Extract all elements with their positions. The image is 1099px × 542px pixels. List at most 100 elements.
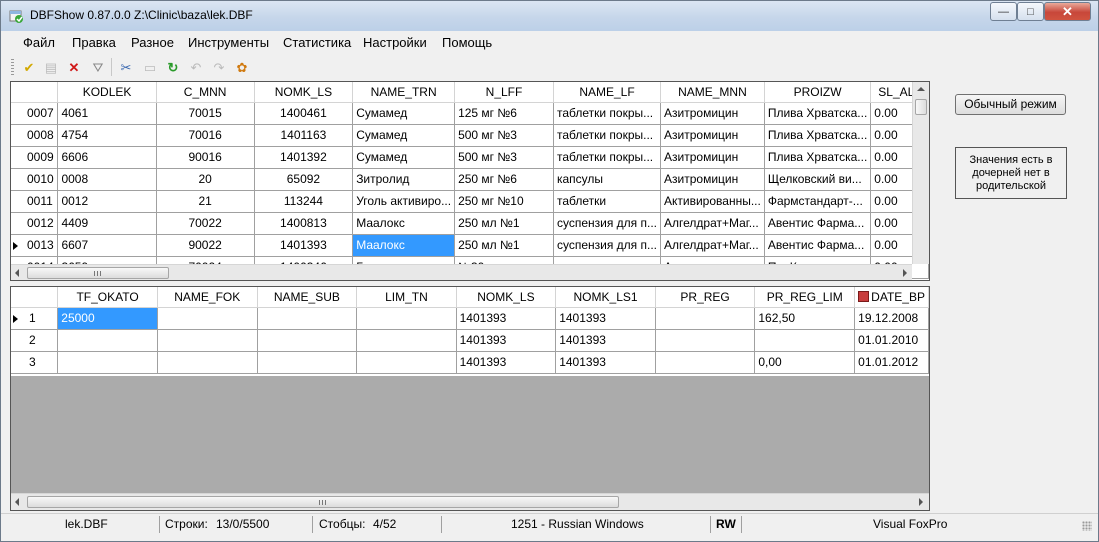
table-cell[interactable]: таблетки покры... <box>553 124 662 147</box>
table-cell[interactable]: Активированны... <box>660 190 765 213</box>
table-cell[interactable]: 1401393 <box>456 307 557 330</box>
table-cell[interactable]: 70022 <box>156 212 255 235</box>
scroll-thumb[interactable] <box>915 99 927 115</box>
scroll-left-arrow-icon[interactable] <box>15 498 19 506</box>
table-row[interactable]: 0010 0008 20 65092 Зитролид 250 мг №6 капсулы А… <box>11 168 929 191</box>
table-row[interactable]: 3 1401393 1401393 0,00 01.01.2012 <box>11 351 929 374</box>
filter-icon[interactable]: ⛛ <box>89 58 107 76</box>
table-cell[interactable]: Сумамед <box>352 124 456 147</box>
table-cell[interactable] <box>157 307 258 330</box>
table-cell[interactable] <box>356 351 457 374</box>
menu-settings[interactable]: Настройки <box>363 35 427 50</box>
master-vscrollbar[interactable] <box>912 82 929 264</box>
table-cell[interactable]: 0012 <box>57 190 157 213</box>
export-icon[interactable]: ▤ <box>42 58 60 76</box>
table-cell[interactable]: 90016 <box>156 146 255 169</box>
table-row[interactable]: 0011 0012 21 113244 Уголь активиро... 250 мг … <box>11 190 929 213</box>
row-header[interactable]: 3 <box>11 351 59 374</box>
table-cell[interactable]: Плива Хрватска... <box>764 146 872 169</box>
table-cell[interactable]: 1401393 <box>456 329 557 352</box>
table-cell[interactable]: 500 мг №3 <box>454 146 554 169</box>
table-cell[interactable]: 1400813 <box>254 212 354 235</box>
column-header[interactable]: PR_REG_LIM <box>754 287 856 308</box>
column-header[interactable]: NAME_FOK <box>157 287 258 308</box>
table-cell[interactable]: 1401393 <box>456 351 557 374</box>
table-cell[interactable]: 1401392 <box>254 146 354 169</box>
table-cell[interactable]: 19.12.2008 <box>854 307 929 330</box>
master-grid[interactable]: KODLEK C_MNN NOMK_LS NAME_TRN N_LFF NAME_LF NA… <box>10 81 930 281</box>
table-row[interactable]: 2 1401393 1401393 01.01.2010 <box>11 329 929 352</box>
table-cell[interactable]: Азитромицин <box>660 124 765 147</box>
table-cell[interactable]: 70016 <box>156 124 255 147</box>
table-cell[interactable]: суспензия для п... <box>553 234 662 257</box>
refresh-icon[interactable]: ↻ <box>164 58 182 76</box>
table-cell[interactable]: 1401393 <box>555 307 656 330</box>
table-cell[interactable]: Маалокс <box>352 212 456 235</box>
column-header[interactable]: NAME_LF <box>553 82 662 103</box>
scroll-left-arrow-icon[interactable] <box>15 269 19 277</box>
table-cell[interactable]: Азитромицин <box>660 146 765 169</box>
table-cell[interactable]: 70015 <box>156 102 255 125</box>
table-cell[interactable]: 1400461 <box>254 102 354 125</box>
column-header[interactable]: TF_OKATO <box>57 287 158 308</box>
table-cell[interactable]: 250 мг №10 <box>454 190 554 213</box>
maximize-button[interactable]: □ <box>1017 2 1044 21</box>
table-cell[interactable]: 0,00 <box>754 351 856 374</box>
table-cell[interactable]: Плива Хрватска... <box>764 102 872 125</box>
table-cell[interactable]: 4754 <box>57 124 157 147</box>
table-cell[interactable] <box>157 351 258 374</box>
table-cell[interactable] <box>655 329 756 352</box>
table-cell[interactable]: 1401393 <box>555 329 656 352</box>
scroll-up-arrow-icon[interactable] <box>917 87 925 91</box>
column-header[interactable]: N_LFF <box>454 82 554 103</box>
row-header[interactable]: 0007 <box>11 102 59 125</box>
table-cell[interactable]: 0008 <box>57 168 157 191</box>
table-cell[interactable]: 01.01.2012 <box>854 351 929 374</box>
column-header[interactable]: NOMK_LS <box>254 82 354 103</box>
table-cell[interactable]: 250 мл №1 <box>454 234 554 257</box>
table-cell[interactable]: Сумамед <box>352 146 456 169</box>
resize-grip-icon[interactable] <box>1082 521 1092 531</box>
table-cell[interactable]: Сумамед <box>352 102 456 125</box>
title-bar[interactable]: DBFShow 0.87.0.0 Z:\Clinic\baza\lek.DBF … <box>1 1 1098 31</box>
row-header[interactable]: 2 <box>11 329 59 352</box>
menu-misc[interactable]: Разное <box>131 35 174 50</box>
table-cell[interactable]: Фармстандарт-... <box>764 190 872 213</box>
undo-icon[interactable]: ↶ <box>187 58 205 76</box>
table-cell[interactable]: Азитромицин <box>660 168 765 191</box>
table-cell[interactable]: 1401393 <box>254 234 354 257</box>
table-cell[interactable]: 250 мг №6 <box>454 168 554 191</box>
table-cell[interactable]: 125 мг №6 <box>454 102 554 125</box>
table-cell[interactable]: 250 мл №1 <box>454 212 554 235</box>
column-header[interactable]: PROIZW <box>764 82 872 103</box>
table-cell[interactable] <box>257 329 358 352</box>
table-cell[interactable] <box>257 351 358 374</box>
row-header[interactable]: 0011 <box>11 190 59 213</box>
table-cell[interactable]: таблетки покры... <box>553 146 662 169</box>
column-header[interactable]: KODLEK <box>57 82 157 103</box>
table-cell[interactable]: 4061 <box>57 102 157 125</box>
table-cell[interactable]: 4409 <box>57 212 157 235</box>
plugin-icon[interactable]: ✿ <box>233 58 251 76</box>
column-header[interactable]: NOMK_LS <box>456 287 557 308</box>
row-header[interactable]: 0009 <box>11 146 59 169</box>
table-cell[interactable]: Уголь активиро... <box>352 190 456 213</box>
table-cell[interactable]: Алгелдрат+Маг... <box>660 234 765 257</box>
table-cell[interactable] <box>257 307 358 330</box>
menu-edit[interactable]: Правка <box>72 35 116 50</box>
menu-file[interactable]: Файл <box>23 35 55 50</box>
menu-statistics[interactable]: Статистика <box>283 35 351 50</box>
scroll-thumb[interactable] <box>27 496 619 508</box>
column-header[interactable]: NAME_MNN <box>660 82 765 103</box>
row-header-corner[interactable] <box>11 287 59 308</box>
table-cell[interactable]: Плива Хрватска... <box>764 124 872 147</box>
table-cell[interactable]: 25000 <box>57 307 158 330</box>
table-cell[interactable]: таблетки покры... <box>553 102 662 125</box>
table-row[interactable]: 0012 4409 70022 1400813 Маалокс 250 мл №1 сусп… <box>11 212 929 235</box>
table-row[interactable]: 0013 6607 90022 1401393 Маалокс 250 мл №1 сусп… <box>11 234 929 257</box>
table-cell[interactable]: Алгелдрат+Маг... <box>660 212 765 235</box>
blank-icon[interactable]: ▭ <box>141 58 159 76</box>
table-cell[interactable] <box>57 329 158 352</box>
table-cell[interactable]: Щелковский ви... <box>764 168 872 191</box>
redo-icon[interactable]: ↷ <box>210 58 228 76</box>
